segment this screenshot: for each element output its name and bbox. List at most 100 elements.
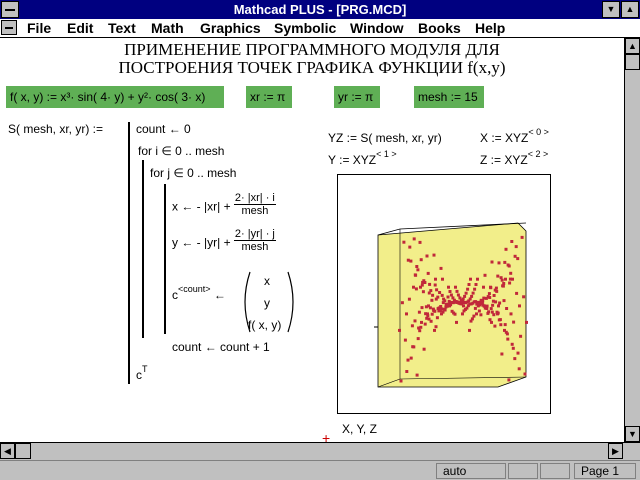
document-system-menu[interactable] bbox=[1, 20, 17, 35]
menu-window[interactable]: Window bbox=[350, 19, 404, 37]
horizontal-scrollbar[interactable]: ◀ ▶ bbox=[0, 442, 640, 460]
scatter-point bbox=[423, 281, 427, 284]
scatter-point bbox=[510, 342, 514, 346]
xr-definition[interactable]: xr := π bbox=[246, 86, 292, 108]
scatter-point bbox=[402, 240, 406, 244]
scatter-point bbox=[426, 271, 430, 275]
scatter-point bbox=[491, 299, 495, 303]
status-panel-3 bbox=[540, 463, 570, 479]
plot-canvas bbox=[374, 222, 528, 388]
scroll-right-arrow[interactable]: ▶ bbox=[608, 443, 623, 459]
scatter-point bbox=[473, 306, 477, 310]
scroll-up-arrow[interactable]: ▲ bbox=[625, 38, 640, 54]
scatter-point bbox=[435, 316, 439, 320]
scatter-point bbox=[429, 289, 433, 293]
y-definition[interactable]: Y := XYZ< 1 > bbox=[328, 149, 397, 167]
scatter-point bbox=[439, 266, 443, 270]
x-assign[interactable]: x ← - |xr| + 2· |xr| · i mesh bbox=[172, 192, 276, 217]
vector-y: y bbox=[264, 296, 270, 310]
minimize-button[interactable]: ▼ bbox=[602, 1, 620, 18]
heading-line-2: ПОСТРОЕНИЯ ТОЧЕК ГРАФИКА ФУНКЦИИ f(x,y) bbox=[118, 58, 506, 77]
scatter-point bbox=[494, 286, 498, 290]
menu-graphics[interactable]: Graphics bbox=[200, 19, 261, 37]
yz-definition[interactable]: YZ := S( mesh, xr, yr) bbox=[328, 131, 442, 145]
scatter-point bbox=[520, 235, 524, 239]
scatter-point bbox=[505, 307, 509, 310]
count-init[interactable]: count ← 0 bbox=[136, 122, 191, 136]
scatter-point bbox=[433, 283, 437, 287]
scatter-point bbox=[405, 370, 409, 373]
scatter-point bbox=[419, 285, 422, 289]
scatter-point bbox=[427, 317, 431, 321]
scatter-point bbox=[525, 320, 528, 324]
scatter-3d-plot[interactable] bbox=[337, 174, 551, 414]
for-i-bar bbox=[142, 160, 144, 338]
status-panel-2 bbox=[508, 463, 538, 479]
scatter-point bbox=[497, 304, 500, 308]
x-definition[interactable]: X := XYZ< 0 > bbox=[480, 127, 549, 145]
scatter-point bbox=[501, 284, 505, 288]
vertical-scrollbar[interactable]: ▲ ▼ bbox=[624, 38, 640, 442]
scatter-point bbox=[421, 290, 425, 294]
scroll-down-arrow[interactable]: ▼ bbox=[625, 426, 640, 442]
scatter-point bbox=[508, 281, 512, 285]
scatter-point bbox=[500, 278, 504, 282]
scatter-point bbox=[479, 313, 483, 317]
scatter-point bbox=[412, 285, 415, 289]
menu-symbolic[interactable]: Symbolic bbox=[274, 19, 336, 37]
scroll-thumb[interactable] bbox=[625, 54, 640, 70]
scatter-point bbox=[522, 295, 526, 299]
function-definition[interactable]: f( x, y) := x³· sin( 4· y) + y²· cos( 3·… bbox=[6, 86, 224, 108]
for-i-loop[interactable]: for i ∈ 0 .. mesh bbox=[138, 144, 224, 158]
plot-axis-label: X, Y, Z bbox=[342, 422, 377, 436]
scatter-point bbox=[516, 257, 520, 261]
scatter-point bbox=[428, 306, 432, 310]
scatter-point bbox=[467, 283, 471, 286]
scatter-point bbox=[499, 323, 503, 327]
scatter-point bbox=[511, 346, 515, 350]
scatter-point bbox=[492, 294, 496, 297]
y-assign[interactable]: y ← - |yr| + 2· |yr| · j mesh bbox=[172, 228, 276, 253]
scroll-left-arrow[interactable]: ◀ bbox=[0, 443, 15, 459]
menu-help[interactable]: Help bbox=[475, 19, 505, 37]
scatter-point bbox=[408, 245, 412, 249]
scatter-point bbox=[475, 312, 478, 316]
program-result[interactable]: cT bbox=[136, 364, 148, 382]
scatter-point bbox=[519, 334, 523, 338]
scatter-point bbox=[515, 291, 519, 295]
scatter-point bbox=[476, 302, 480, 306]
z-definition[interactable]: Z := XYZ< 2 > bbox=[480, 149, 548, 167]
scatter-point bbox=[517, 367, 521, 371]
worksheet[interactable]: ПРИМЕНЕНИЕ ПРОГРАММНОГО МОДУЛЯ ДЛЯ ПОСТР… bbox=[0, 38, 624, 442]
menu-math[interactable]: Math bbox=[151, 19, 184, 37]
scatter-point bbox=[492, 313, 496, 317]
scatter-point bbox=[430, 312, 434, 316]
scatter-point bbox=[485, 307, 489, 310]
menu-books[interactable]: Books bbox=[418, 19, 461, 37]
menu-text[interactable]: Text bbox=[108, 19, 136, 37]
scatter-point bbox=[454, 285, 457, 289]
scatter-point bbox=[469, 277, 472, 281]
scatter-point bbox=[474, 283, 478, 286]
scatter-point bbox=[434, 325, 438, 329]
scatter-point bbox=[504, 247, 508, 251]
scatter-point bbox=[428, 282, 432, 286]
scatter-point bbox=[455, 320, 458, 324]
scatter-point bbox=[418, 329, 422, 333]
scatter-point bbox=[498, 301, 502, 305]
mesh-definition[interactable]: mesh := 15 bbox=[414, 86, 484, 108]
scatter-point bbox=[433, 328, 436, 332]
scatter-point bbox=[466, 287, 470, 291]
heading-line-1: ПРИМЕНЕНИЕ ПРОГРАММНОГО МОДУЛЯ ДЛЯ bbox=[124, 40, 500, 59]
yr-definition[interactable]: yr := π bbox=[334, 86, 380, 108]
c-column-assign[interactable]: c<count> ← bbox=[172, 284, 226, 302]
hscroll-thumb[interactable] bbox=[15, 443, 31, 459]
count-increment[interactable]: count ← count + 1 bbox=[172, 340, 270, 354]
scatter-point bbox=[430, 298, 434, 302]
menu-edit[interactable]: Edit bbox=[67, 19, 93, 37]
maximize-button[interactable]: ▲ bbox=[621, 1, 639, 18]
menu-file[interactable]: File bbox=[27, 19, 51, 37]
program-header[interactable]: S( mesh, xr, yr) := bbox=[8, 122, 103, 136]
for-j-loop[interactable]: for j ∈ 0 .. mesh bbox=[150, 166, 236, 180]
scatter-point bbox=[477, 309, 481, 313]
